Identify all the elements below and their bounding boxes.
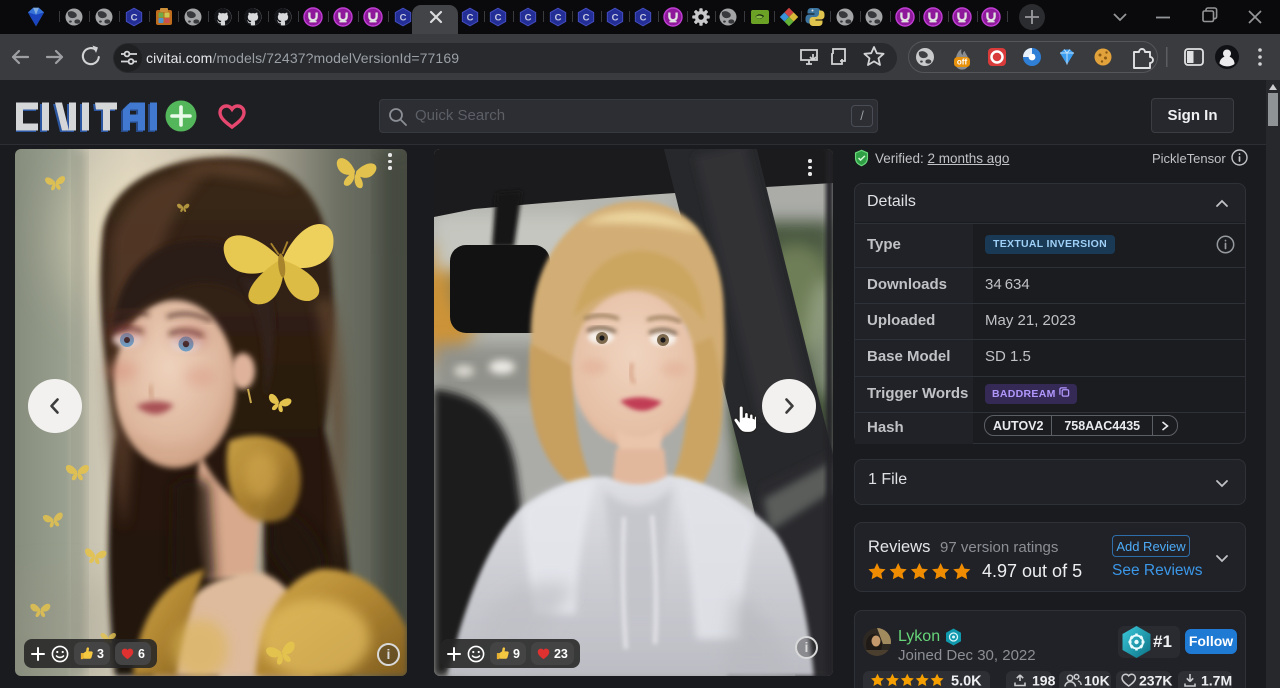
svg-text:C: C [495,13,502,24]
svg-text:5.0K: 5.0K [951,674,982,688]
svg-text:10K: 10K [1084,673,1110,688]
svg-text:237K: 237K [1139,673,1172,688]
svg-text:C: C [640,13,647,24]
svg-text:off: off [957,58,968,67]
svg-text:C: C [131,13,138,24]
svg-text:C: C [467,13,474,24]
svg-text:C: C [555,13,562,24]
svg-text:198: 198 [1032,673,1056,688]
svg-text:C: C [400,13,407,24]
svg-text:1.7M: 1.7M [1201,673,1232,688]
svg-text:C: C [583,13,590,24]
svg-text:C: C [525,13,532,24]
svg-text:C: C [612,13,619,24]
